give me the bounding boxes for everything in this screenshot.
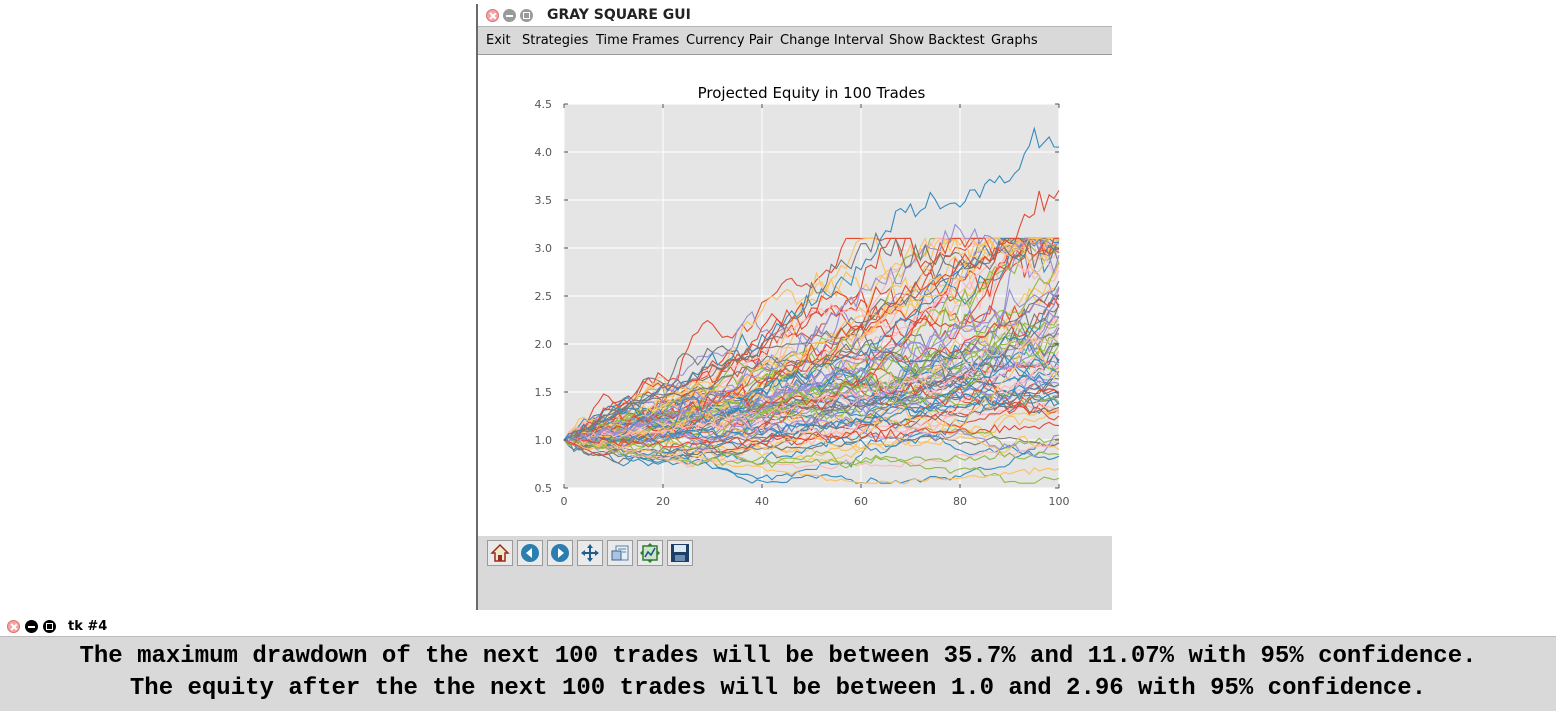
x-tick-label: 80 — [953, 495, 967, 508]
message-area: The maximum drawdown of the next 100 tra… — [0, 636, 1556, 711]
back-icon — [521, 544, 539, 562]
back-button[interactable] — [517, 540, 543, 566]
y-tick-label: 1.5 — [535, 386, 553, 399]
chart-title: Projected Equity in 100 Trades — [698, 84, 926, 102]
menu-change-interval[interactable]: Change Interval — [780, 33, 884, 48]
maximize-window-button[interactable] — [520, 9, 533, 22]
x-tick-label: 0 — [561, 495, 568, 508]
zoom-button[interactable] — [607, 540, 633, 566]
equity-message: The equity after the the next 100 trades… — [129, 675, 1427, 702]
y-tick-label: 3.0 — [535, 242, 553, 255]
x-tick-label: 40 — [755, 495, 769, 508]
drawdown-message: The maximum drawdown of the next 100 tra… — [79, 643, 1477, 670]
pan-button[interactable] — [577, 540, 603, 566]
y-tick-label: 4.0 — [535, 146, 553, 159]
menu-graphs[interactable]: Graphs — [991, 33, 1038, 48]
y-tick-label: 4.5 — [535, 98, 553, 111]
tk-close-button[interactable] — [7, 620, 20, 633]
plot-toolbar — [478, 536, 1112, 610]
zoom-icon — [611, 545, 629, 561]
x-tick-label: 60 — [854, 495, 868, 508]
configure-subplots-icon — [640, 543, 660, 563]
x-tick-label: 100 — [1049, 495, 1070, 508]
window-title: GRAY SQUARE GUI — [547, 7, 691, 23]
tk-window-title: tk #4 — [68, 619, 108, 634]
menu-currency-pair[interactable]: Currency Pair — [686, 33, 773, 48]
forward-button[interactable] — [547, 540, 573, 566]
y-tick-label: 2.0 — [535, 338, 553, 351]
equity-chart: 0 20 40 60 80 100 0.5 1.0 1.5 2.0 2.5 3.0 3.5 4.0 4.5 P… — [535, 84, 1070, 508]
home-icon — [490, 543, 510, 562]
menu-show-backtest[interactable]: Show Backtest — [889, 33, 985, 48]
title-bar: GRAY SQUARE GUI — [478, 4, 1112, 26]
tk-maximize-button[interactable] — [43, 620, 56, 633]
plot-canvas: 0 20 40 60 80 100 0.5 1.0 1.5 2.0 2.5 3.0 3.5 4.0 4.5 P… — [483, 56, 1112, 536]
save-icon — [671, 544, 689, 562]
save-button[interactable] — [667, 540, 693, 566]
y-tick-label: 3.5 — [535, 194, 553, 207]
menu-time-frames[interactable]: Time Frames — [596, 33, 679, 48]
y-tick-label: 2.5 — [535, 290, 553, 303]
home-button[interactable] — [487, 540, 513, 566]
tk-minimize-button[interactable] — [25, 620, 38, 633]
menu-bar: Exit Strategies Time Frames Currency Pai… — [478, 26, 1112, 55]
y-tick-label: 0.5 — [535, 482, 553, 495]
minimize-window-button[interactable] — [503, 9, 516, 22]
close-window-button[interactable] — [486, 9, 499, 22]
window-border — [476, 4, 478, 610]
menu-exit[interactable]: Exit — [486, 33, 511, 48]
tk-title-bar: tk #4 — [0, 619, 1556, 635]
y-tick-label: 1.0 — [535, 434, 553, 447]
configure-subplots-button[interactable] — [637, 540, 663, 566]
forward-icon — [551, 544, 569, 562]
menu-strategies[interactable]: Strategies — [522, 33, 588, 48]
x-tick-label: 20 — [656, 495, 670, 508]
pan-icon — [581, 544, 599, 562]
